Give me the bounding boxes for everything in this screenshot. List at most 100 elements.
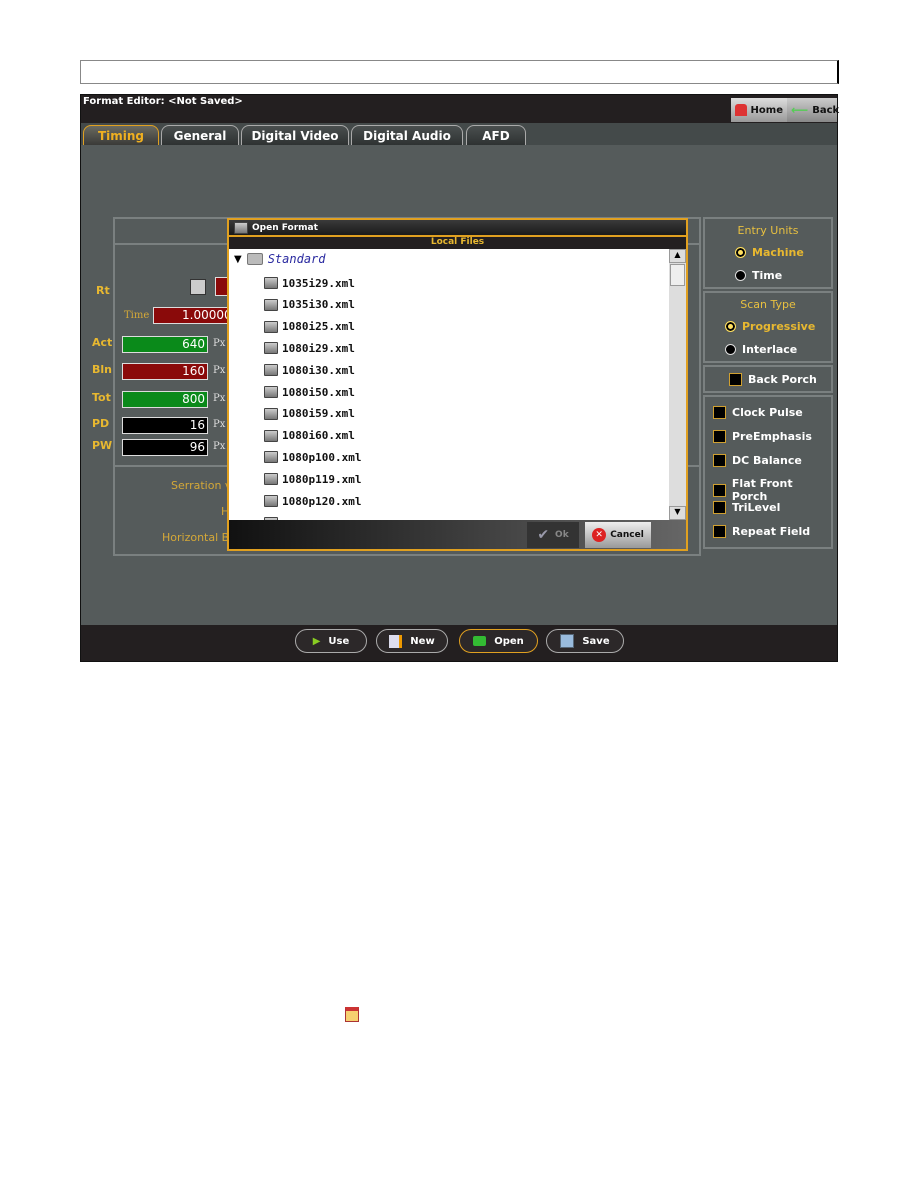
checkbox-repeat-field[interactable]: Repeat Field xyxy=(713,525,810,538)
checkbox-clock-pulse[interactable]: Clock Pulse xyxy=(713,406,803,419)
cancel-label: Cancel xyxy=(610,530,644,540)
file-name: 1080p120.xml xyxy=(282,494,362,508)
file-name: 1080p100.xml xyxy=(282,450,362,464)
format-editor-window: Format Editor: <Not Saved> Home ⟵ Back T… xyxy=(80,94,839,662)
checkbox-label: Clock Pulse xyxy=(732,406,803,419)
checkbox-dc-balance[interactable]: DC Balance xyxy=(713,453,802,467)
file-name: 1080i25.xml xyxy=(282,320,355,334)
scan-type-group: Scan Type Progressive Interlace xyxy=(703,291,833,363)
monitor-icon xyxy=(264,342,278,355)
file-item[interactable]: 1080i60.xml xyxy=(264,426,355,446)
folder-label: Standard xyxy=(267,252,326,266)
entry-units-title: Entry Units xyxy=(737,224,799,237)
home-icon xyxy=(735,104,747,116)
back-porch-group: Back Porch xyxy=(703,365,833,393)
open-button[interactable]: Open xyxy=(459,629,538,653)
home-button[interactable]: Home xyxy=(731,98,787,122)
checkbox-label: TriLevel xyxy=(732,501,781,515)
save-button[interactable]: Save xyxy=(546,629,624,653)
checkbox-icon xyxy=(713,483,726,497)
row-label: Act xyxy=(92,336,113,349)
monitor-icon xyxy=(264,386,278,398)
play-icon: ▶ xyxy=(312,635,321,647)
row-label: Tot xyxy=(92,391,111,404)
scroll-down-icon[interactable]: ▼ xyxy=(669,506,686,520)
calendar-icon xyxy=(345,1007,359,1022)
file-name: 1080p119.xml xyxy=(282,472,362,486)
open-format-dialog: Open Format Local Files ▼ Standard 1035i… xyxy=(227,218,688,551)
checkbox-preemphasis[interactable]: PreEmphasis xyxy=(713,429,812,443)
file-item[interactable]: 1080p100.xml xyxy=(264,447,361,467)
bottom-toolbar: ▶ Use New Open Save xyxy=(81,625,837,661)
radio-off-icon xyxy=(725,344,736,355)
radio-off-icon xyxy=(735,270,746,281)
tab-afd[interactable]: AFD xyxy=(466,125,526,145)
new-button[interactable]: New xyxy=(376,629,448,653)
pd-field[interactable]: 16 xyxy=(122,417,208,434)
scroll-up-icon[interactable]: ▲ xyxy=(669,249,686,263)
file-item[interactable]: 1080i29.xml xyxy=(264,338,355,358)
file-item[interactable]: 1080i59.xml xyxy=(264,404,355,424)
tab-digital-video[interactable]: Digital Video xyxy=(241,125,349,145)
radio-time[interactable]: Time xyxy=(735,269,782,282)
monitor-icon xyxy=(264,277,278,289)
expand-triangle-icon[interactable]: ▼ xyxy=(234,254,242,265)
file-item[interactable]: 1080p119.xml xyxy=(264,469,361,489)
file-item[interactable]: 1035i30.xml xyxy=(264,295,355,315)
radio-label: Interlace xyxy=(742,343,798,356)
folder-open-icon xyxy=(473,636,487,646)
radio-label: Time xyxy=(752,269,783,282)
bln-field[interactable]: 160 xyxy=(122,363,208,380)
checkbox-label: PreEmphasis xyxy=(732,429,812,443)
row-label: Bln xyxy=(92,363,112,376)
scrollbar[interactable]: ▲ ▼ xyxy=(669,249,686,520)
file-item[interactable]: 1080i25.xml xyxy=(264,317,355,337)
monitor-icon xyxy=(264,320,278,333)
new-file-icon xyxy=(389,634,403,648)
radio-on-icon xyxy=(725,321,736,332)
file-item[interactable]: 1080i50.xml xyxy=(264,382,355,402)
file-name: 1080i30.xml xyxy=(282,363,355,377)
checkbox-back-porch[interactable]: Back Porch xyxy=(729,373,817,386)
cancel-x-icon: ✕ xyxy=(592,528,607,542)
scroll-thumb[interactable] xyxy=(670,264,685,286)
checkbox-label: Repeat Field xyxy=(732,525,811,538)
pw-field[interactable]: 96 xyxy=(122,439,208,456)
back-button[interactable]: ⟵ Back xyxy=(787,98,839,122)
back-arrow-icon: ⟵ xyxy=(791,103,809,117)
folder-standard[interactable]: ▼ Standard xyxy=(234,252,326,266)
ok-button[interactable]: ✔ Ok xyxy=(527,522,579,548)
file-name: 1080i50.xml xyxy=(282,385,355,399)
cancel-button[interactable]: ✕ Cancel xyxy=(585,522,651,548)
dialog-title: Open Format xyxy=(252,222,318,233)
calculator-icon[interactable] xyxy=(190,279,206,295)
title-bar: Format Editor: <Not Saved> Home ⟵ Back xyxy=(81,95,839,123)
floppy-save-icon xyxy=(560,634,575,648)
ok-label: Ok xyxy=(555,530,569,540)
radio-machine[interactable]: Machine xyxy=(735,246,804,259)
tab-digital-audio[interactable]: Digital Audio xyxy=(351,125,463,145)
unit-label: Px xyxy=(213,338,226,349)
time-field[interactable]: 1.00000 xyxy=(153,307,233,324)
use-button[interactable]: ▶ Use xyxy=(295,629,367,653)
tab-timing[interactable]: Timing xyxy=(83,125,159,145)
checkbox-trilevel[interactable]: TriLevel xyxy=(713,501,781,515)
dialog-title-bar: Open Format xyxy=(229,220,686,237)
act-field[interactable]: 640 xyxy=(122,336,208,353)
options-group: Clock Pulse PreEmphasis DC Balance Flat Fro… xyxy=(703,395,833,549)
file-item[interactable]: 1080i30.xml xyxy=(264,360,355,380)
monitor-icon xyxy=(264,407,278,420)
new-label: New xyxy=(410,635,435,647)
radio-progressive[interactable]: Progressive xyxy=(725,320,815,333)
checkbox-flat-front-porch[interactable]: Flat Front Porch xyxy=(713,477,831,503)
tab-general[interactable]: General xyxy=(161,125,239,145)
radio-label: Progressive xyxy=(742,320,816,333)
page-header-bar xyxy=(80,60,839,84)
dialog-footer: ✔ Ok ✕ Cancel xyxy=(229,520,686,549)
tot-field[interactable]: 800 xyxy=(122,391,208,408)
file-item[interactable]: 1035i29.xml xyxy=(264,273,355,293)
serration-label: Serration v xyxy=(171,479,232,492)
radio-interlace[interactable]: Interlace xyxy=(725,343,797,356)
file-item[interactable]: 1080p120.xml xyxy=(264,491,361,511)
file-item-partial[interactable] xyxy=(264,513,278,520)
